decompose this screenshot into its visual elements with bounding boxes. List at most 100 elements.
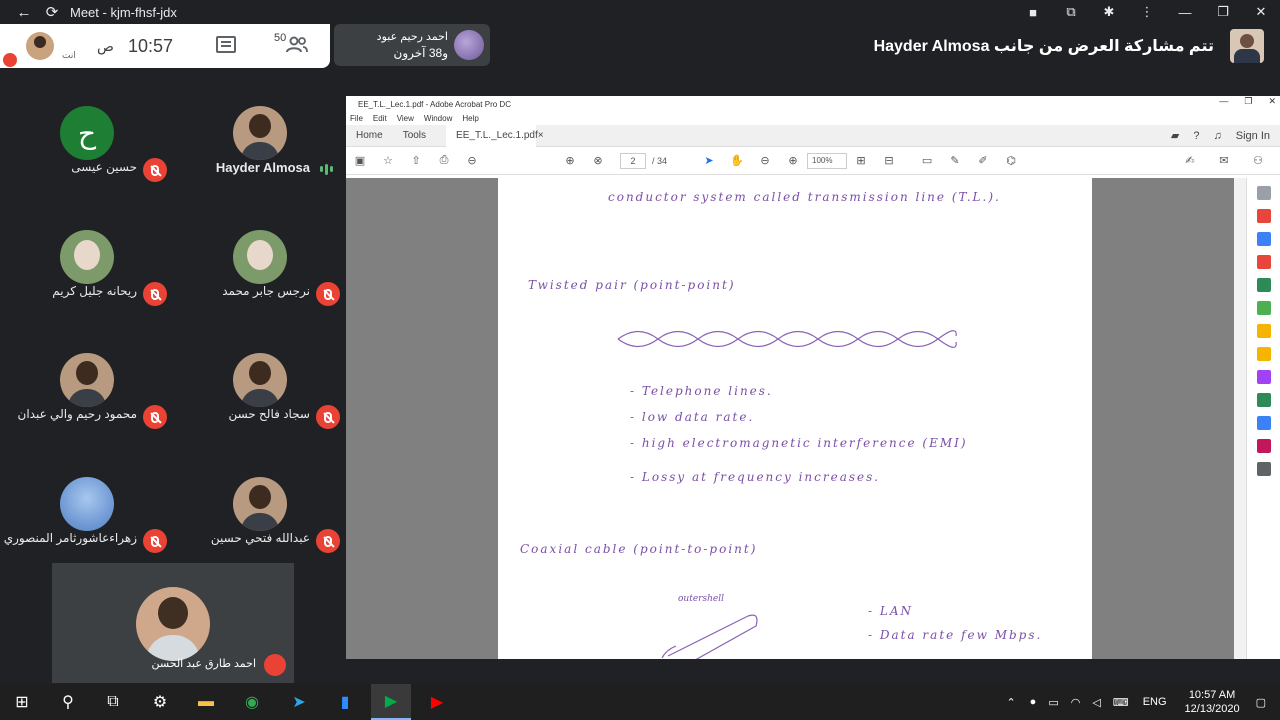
- translate-icon[interactable]: ⧉: [1052, 0, 1090, 24]
- scroll-mode-icon[interactable]: ⊟: [875, 154, 903, 167]
- tray-chevron-icon[interactable]: ⌃: [1006, 696, 1015, 709]
- participant-name: نرجس جابر محمد: [222, 284, 310, 298]
- close-button[interactable]: ✕: [1242, 0, 1280, 24]
- reload-icon[interactable]: ⟳: [40, 0, 64, 24]
- menu-file[interactable]: File: [350, 114, 363, 123]
- pen-icon[interactable]: ✎: [941, 154, 969, 167]
- organize-pages-icon[interactable]: [1256, 255, 1271, 269]
- document-app-icon[interactable]: ▮: [333, 690, 357, 714]
- create-pdf-icon[interactable]: [1256, 209, 1271, 223]
- self-view-tile[interactable]: احمد طارق عبد الحسن: [52, 563, 294, 683]
- zoom-in-icon[interactable]: ⊕: [779, 154, 807, 167]
- menu-window[interactable]: Window: [424, 114, 452, 123]
- mic-off-icon: [264, 654, 286, 676]
- next-page-icon[interactable]: ⊗: [584, 154, 612, 167]
- edit-pdf-icon[interactable]: [1256, 301, 1271, 315]
- wifi-icon[interactable]: ◠: [1071, 696, 1081, 709]
- extensions-icon[interactable]: ✱: [1090, 0, 1128, 24]
- sign-icon[interactable]: ✍: [1176, 154, 1204, 167]
- presenter-chip[interactable]: احمد رحيم عبود و38 آخرون: [334, 24, 490, 66]
- prev-page-icon[interactable]: ⊕: [556, 154, 584, 167]
- stamp-icon[interactable]: ⌬: [997, 154, 1025, 167]
- participant-name: زهراءعاشورثامر المنصوري: [3, 531, 137, 545]
- chat-icon[interactable]: [216, 36, 236, 53]
- menu-edit[interactable]: Edit: [373, 114, 387, 123]
- camera-icon[interactable]: ■: [1014, 0, 1052, 24]
- participant-tile[interactable]: ريحانه جليل كريم: [0, 222, 173, 346]
- tab-home[interactable]: Home: [346, 125, 393, 147]
- help-icon[interactable]: ?: [1193, 130, 1199, 142]
- youtube-icon[interactable]: ▶: [425, 690, 449, 714]
- bell-icon[interactable]: ♫: [1214, 130, 1222, 142]
- task-view-icon[interactable]: ⧉: [101, 690, 125, 714]
- telegram-icon[interactable]: ➤: [287, 690, 311, 714]
- document-viewer[interactable]: conductor system called transmission lin…: [346, 178, 1280, 659]
- save-icon[interactable]: ▣: [346, 154, 374, 167]
- comment-tool-icon[interactable]: ▭: [913, 154, 941, 167]
- restore-button[interactable]: ❐: [1204, 0, 1242, 24]
- fill-sign-icon[interactable]: [1256, 370, 1271, 384]
- zoom-out-icon[interactable]: ⊖: [751, 154, 779, 167]
- protect-icon[interactable]: [1256, 416, 1271, 430]
- search-icon[interactable]: ⚲: [56, 690, 80, 714]
- comment-icon[interactable]: ▰: [1171, 129, 1179, 142]
- star-icon[interactable]: ☆: [374, 154, 402, 167]
- participant-tile[interactable]: سجاد فالح حسن: [173, 345, 346, 469]
- acrobat-restore-icon[interactable]: ❐: [1244, 96, 1252, 107]
- search-tool-icon[interactable]: [1256, 186, 1271, 200]
- menu-view[interactable]: View: [397, 114, 414, 123]
- redact-icon[interactable]: [1256, 439, 1271, 453]
- share-icon[interactable]: ⚇: [1244, 154, 1272, 167]
- mic-tray-icon[interactable]: ●: [1030, 696, 1037, 708]
- participant-tile[interactable]: Hayder Almosa: [173, 98, 346, 222]
- zoom-level-select[interactable]: 100%: [807, 152, 848, 169]
- minimize-button[interactable]: —: [1166, 0, 1204, 24]
- tab-tools[interactable]: Tools: [393, 125, 436, 147]
- participant-tile[interactable]: ح حسين عيسى: [0, 98, 173, 222]
- tab-document[interactable]: EE_T.L._Lec.1.pdf ×: [446, 124, 544, 147]
- battery-icon[interactable]: ▭: [1048, 696, 1058, 709]
- more-tools-icon[interactable]: [1256, 462, 1271, 476]
- document-tab-label: EE_T.L._Lec.1.pdf: [456, 130, 538, 141]
- select-cursor-icon[interactable]: ➤: [695, 154, 723, 167]
- hand-tool-icon[interactable]: ✋: [723, 154, 751, 167]
- acrobat-tabbar: Home Tools EE_T.L._Lec.1.pdf × ▰ ? ♫ Sig…: [346, 124, 1280, 147]
- close-tab-icon[interactable]: ×: [538, 130, 544, 141]
- print-production-icon[interactable]: [1256, 393, 1271, 407]
- acrobat-minimize-icon[interactable]: —: [1219, 96, 1228, 107]
- sign-in-link[interactable]: Sign In: [1236, 130, 1270, 142]
- windows-start-icon[interactable]: ⊞: [10, 690, 34, 714]
- volume-icon[interactable]: ◁: [1092, 696, 1100, 709]
- participant-tile[interactable]: محمود رحيم والي عبدان: [0, 345, 173, 469]
- presenter-name: احمد رحيم عبود: [376, 31, 448, 43]
- email-icon[interactable]: ✉: [1210, 154, 1238, 167]
- more-vert-icon[interactable]: ⋮: [1128, 0, 1166, 24]
- vertical-scrollbar[interactable]: [1234, 178, 1246, 659]
- page-number-input[interactable]: 2: [620, 152, 646, 169]
- fit-page-icon[interactable]: ⊞: [847, 154, 875, 167]
- acrobat-close-icon[interactable]: ✕: [1268, 96, 1276, 107]
- chrome-icon[interactable]: ◉: [240, 690, 264, 714]
- note-bullet: - low data rate.: [630, 410, 755, 424]
- upload-icon[interactable]: ⇧: [402, 154, 430, 167]
- comment-panel-icon[interactable]: [1256, 324, 1271, 338]
- file-explorer-icon[interactable]: ▬: [194, 690, 218, 714]
- language-indicator[interactable]: ENG: [1143, 696, 1167, 708]
- participant-tile[interactable]: نرجس جابر محمد: [173, 222, 346, 346]
- system-clock[interactable]: 10:57 AM 12/13/2020: [1185, 688, 1240, 716]
- zoom-search-icon[interactable]: ⊖: [458, 154, 486, 167]
- google-meet-icon[interactable]: ▶: [371, 684, 411, 720]
- combine-files-icon[interactable]: [1256, 232, 1271, 246]
- page-total: / 34: [652, 155, 668, 166]
- people-icon[interactable]: [286, 36, 308, 54]
- print-icon[interactable]: ⎙: [430, 154, 458, 167]
- export-pdf-icon[interactable]: [1256, 278, 1271, 292]
- scan-icon[interactable]: [1256, 347, 1271, 361]
- back-arrow-icon[interactable]: ←: [12, 0, 36, 24]
- highlight-icon[interactable]: ✐: [969, 154, 997, 167]
- menu-help[interactable]: Help: [462, 114, 478, 123]
- settings-icon[interactable]: ⚙: [148, 690, 172, 714]
- note-bullet: - Lossy at frequency increases.: [630, 470, 881, 484]
- notifications-icon[interactable]: ▢: [1256, 696, 1266, 709]
- keyboard-icon[interactable]: ⌨: [1113, 696, 1129, 709]
